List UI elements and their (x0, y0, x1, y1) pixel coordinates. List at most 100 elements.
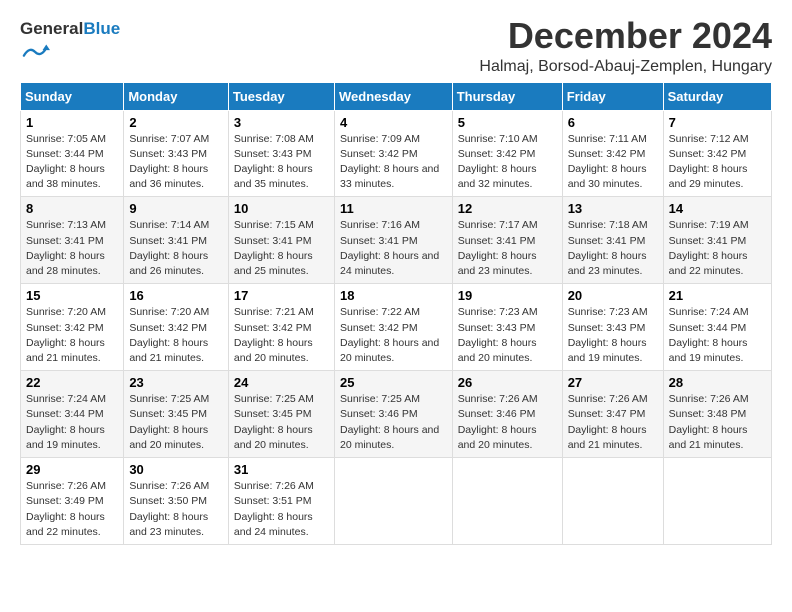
day-info: Sunrise: 7:26 AMSunset: 3:46 PMDaylight:… (458, 393, 538, 451)
day-info: Sunrise: 7:24 AMSunset: 3:44 PMDaylight:… (669, 306, 749, 364)
calendar-cell: 12 Sunrise: 7:17 AMSunset: 3:41 PMDayligh… (452, 197, 562, 284)
calendar-header-tuesday: Tuesday (228, 82, 334, 110)
calendar-cell: 7Sunrise: 7:12 AMSunset: 3:42 PMDaylight… (663, 110, 771, 197)
calendar-week-1: 1 Sunrise: 7:05 AMSunset: 3:44 PMDaylight… (21, 110, 772, 197)
calendar-cell: 10 Sunrise: 7:15 AMSunset: 3:41 PMDayligh… (228, 197, 334, 284)
day-info: Sunrise: 7:09 AMSunset: 3:42 PMDaylight:… (340, 133, 439, 191)
day-info: Sunrise: 7:21 AMSunset: 3:42 PMDaylight:… (234, 306, 314, 364)
calendar-cell: 6 Sunrise: 7:11 AMSunset: 3:42 PMDaylight… (562, 110, 663, 197)
day-number: 16 (129, 288, 223, 303)
calendar-cell (562, 458, 663, 545)
logo-blue: Blue (83, 19, 120, 38)
day-info: Sunrise: 7:24 AMSunset: 3:44 PMDaylight:… (26, 393, 106, 451)
day-number: 23 (129, 375, 223, 390)
calendar-body: 1 Sunrise: 7:05 AMSunset: 3:44 PMDaylight… (21, 110, 772, 544)
logo-wave-icon (22, 37, 50, 65)
calendar-cell: 23Sunrise: 7:25 AMSunset: 3:45 PMDayligh… (124, 371, 229, 458)
day-number: 13 (568, 201, 658, 216)
calendar-cell (452, 458, 562, 545)
day-number: 11 (340, 201, 447, 216)
day-info: Sunrise: 7:25 AMSunset: 3:46 PMDaylight:… (340, 393, 439, 451)
calendar-cell: 27Sunrise: 7:26 AMSunset: 3:47 PMDayligh… (562, 371, 663, 458)
calendar-cell: 4 Sunrise: 7:09 AMSunset: 3:42 PMDaylight… (334, 110, 452, 197)
day-number: 19 (458, 288, 557, 303)
day-number: 9 (129, 201, 223, 216)
day-info: Sunrise: 7:26 AMSunset: 3:48 PMDaylight:… (669, 393, 749, 451)
day-number: 12 (458, 201, 557, 216)
calendar-header-row: SundayMondayTuesdayWednesdayThursdayFrid… (21, 82, 772, 110)
day-number: 8 (26, 201, 118, 216)
day-info: Sunrise: 7:26 AMSunset: 3:51 PMDaylight:… (234, 480, 314, 538)
calendar-cell: 31 Sunrise: 7:26 AMSunset: 3:51 PMDayligh… (228, 458, 334, 545)
calendar-cell: 18 Sunrise: 7:22 AMSunset: 3:42 PMDayligh… (334, 284, 452, 371)
day-number: 18 (340, 288, 447, 303)
day-info: Sunrise: 7:12 AMSunset: 3:42 PMDaylight:… (669, 133, 749, 191)
day-info: Sunrise: 7:18 AMSunset: 3:41 PMDaylight:… (568, 219, 648, 277)
calendar-cell: 8 Sunrise: 7:13 AMSunset: 3:41 PMDaylight… (21, 197, 124, 284)
day-info: Sunrise: 7:14 AMSunset: 3:41 PMDaylight:… (129, 219, 209, 277)
day-info: Sunrise: 7:11 AMSunset: 3:42 PMDaylight:… (568, 133, 647, 191)
main-title: December 2024 (479, 16, 772, 56)
logo: GeneralBlue (20, 20, 120, 65)
title-area: December 2024 Halmaj, Borsod-Abauj-Zempl… (479, 16, 772, 76)
calendar-cell: 11Sunrise: 7:16 AMSunset: 3:41 PMDayligh… (334, 197, 452, 284)
day-number: 14 (669, 201, 766, 216)
calendar-header-friday: Friday (562, 82, 663, 110)
calendar-cell: 19Sunrise: 7:23 AMSunset: 3:43 PMDayligh… (452, 284, 562, 371)
calendar-header-wednesday: Wednesday (334, 82, 452, 110)
day-number: 4 (340, 115, 447, 130)
day-number: 1 (26, 115, 118, 130)
day-number: 17 (234, 288, 329, 303)
calendar-cell: 28Sunrise: 7:26 AMSunset: 3:48 PMDayligh… (663, 371, 771, 458)
day-info: Sunrise: 7:17 AMSunset: 3:41 PMDaylight:… (458, 219, 538, 277)
day-number: 6 (568, 115, 658, 130)
day-number: 20 (568, 288, 658, 303)
day-info: Sunrise: 7:22 AMSunset: 3:42 PMDaylight:… (340, 306, 439, 364)
day-number: 25 (340, 375, 447, 390)
calendar-week-4: 22 Sunrise: 7:24 AMSunset: 3:44 PMDayligh… (21, 371, 772, 458)
subtitle: Halmaj, Borsod-Abauj-Zemplen, Hungary (479, 58, 772, 76)
day-info: Sunrise: 7:08 AMSunset: 3:43 PMDaylight:… (234, 133, 314, 191)
day-info: Sunrise: 7:20 AMSunset: 3:42 PMDaylight:… (26, 306, 106, 364)
day-info: Sunrise: 7:23 AMSunset: 3:43 PMDaylight:… (568, 306, 648, 364)
calendar-cell: 22 Sunrise: 7:24 AMSunset: 3:44 PMDayligh… (21, 371, 124, 458)
day-info: Sunrise: 7:26 AMSunset: 3:50 PMDaylight:… (129, 480, 209, 538)
day-info: Sunrise: 7:10 AMSunset: 3:42 PMDaylight:… (458, 133, 538, 191)
calendar-cell: 30 Sunrise: 7:26 AMSunset: 3:50 PMDayligh… (124, 458, 229, 545)
calendar-cell: 13 Sunrise: 7:18 AMSunset: 3:41 PMDayligh… (562, 197, 663, 284)
calendar-cell: 21Sunrise: 7:24 AMSunset: 3:44 PMDayligh… (663, 284, 771, 371)
calendar-week-3: 15 Sunrise: 7:20 AMSunset: 3:42 PMDayligh… (21, 284, 772, 371)
calendar-cell: 2Sunrise: 7:07 AMSunset: 3:43 PMDaylight… (124, 110, 229, 197)
calendar-cell: 26Sunrise: 7:26 AMSunset: 3:46 PMDayligh… (452, 371, 562, 458)
calendar-cell: 20 Sunrise: 7:23 AMSunset: 3:43 PMDayligh… (562, 284, 663, 371)
calendar-cell: 24Sunrise: 7:25 AMSunset: 3:45 PMDayligh… (228, 371, 334, 458)
calendar-cell (663, 458, 771, 545)
calendar-cell: 16 Sunrise: 7:20 AMSunset: 3:42 PMDayligh… (124, 284, 229, 371)
day-number: 29 (26, 462, 118, 477)
day-number: 15 (26, 288, 118, 303)
calendar-cell (334, 458, 452, 545)
header: GeneralBlue December 2024 Halmaj, Borsod… (20, 16, 772, 76)
calendar-cell: 29 Sunrise: 7:26 AMSunset: 3:49 PMDayligh… (21, 458, 124, 545)
calendar-cell: 15 Sunrise: 7:20 AMSunset: 3:42 PMDayligh… (21, 284, 124, 371)
day-number: 30 (129, 462, 223, 477)
day-info: Sunrise: 7:15 AMSunset: 3:41 PMDaylight:… (234, 219, 314, 277)
calendar-table: SundayMondayTuesdayWednesdayThursdayFrid… (20, 82, 772, 545)
day-number: 31 (234, 462, 329, 477)
day-info: Sunrise: 7:26 AMSunset: 3:49 PMDaylight:… (26, 480, 106, 538)
day-info: Sunrise: 7:05 AMSunset: 3:44 PMDaylight:… (26, 133, 106, 191)
calendar-header-saturday: Saturday (663, 82, 771, 110)
day-info: Sunrise: 7:19 AMSunset: 3:41 PMDaylight:… (669, 219, 749, 277)
day-number: 22 (26, 375, 118, 390)
day-info: Sunrise: 7:13 AMSunset: 3:41 PMDaylight:… (26, 219, 106, 277)
calendar-header-sunday: Sunday (21, 82, 124, 110)
calendar-cell: 3 Sunrise: 7:08 AMSunset: 3:43 PMDaylight… (228, 110, 334, 197)
calendar-cell: 14 Sunrise: 7:19 AMSunset: 3:41 PMDayligh… (663, 197, 771, 284)
day-number: 10 (234, 201, 329, 216)
day-number: 3 (234, 115, 329, 130)
calendar-week-5: 29 Sunrise: 7:26 AMSunset: 3:49 PMDayligh… (21, 458, 772, 545)
calendar-cell: 25 Sunrise: 7:25 AMSunset: 3:46 PMDayligh… (334, 371, 452, 458)
day-info: Sunrise: 7:20 AMSunset: 3:42 PMDaylight:… (129, 306, 209, 364)
calendar-cell: 17 Sunrise: 7:21 AMSunset: 3:42 PMDayligh… (228, 284, 334, 371)
calendar-cell: 9 Sunrise: 7:14 AMSunset: 3:41 PMDaylight… (124, 197, 229, 284)
